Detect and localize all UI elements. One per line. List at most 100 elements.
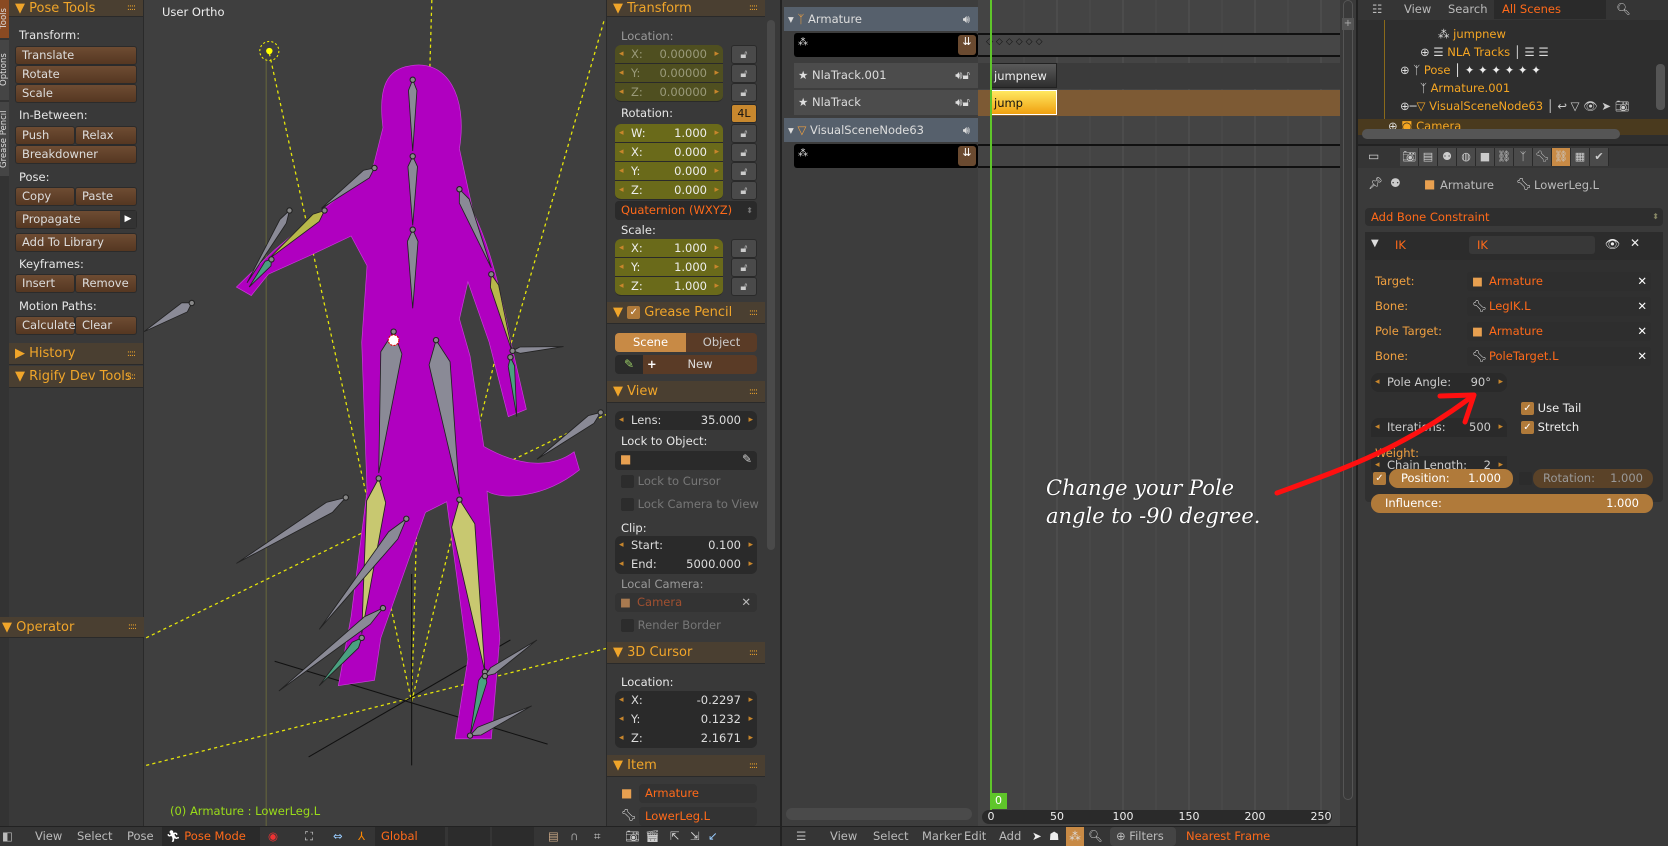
view-menu[interactable]: View [35, 827, 62, 846]
outliner-row[interactable]: ⊕ ᛉ Pose │ ✦ ✦ ✦ ✦ ✦ ✦ [1400, 63, 1541, 77]
rotation-mode-dropdown[interactable]: Quaternion (WXYZ) ⬍ [615, 201, 757, 220]
operator-header[interactable]: ▼ Operator:::: [0, 617, 144, 638]
lock-icon[interactable]: 🔓︎ [731, 162, 757, 181]
tab-bone-constraints-icon[interactable]: ⛓︎ [1552, 148, 1571, 166]
bone[interactable] [144, 302, 193, 333]
cursor-z-field[interactable]: Z:2.1671 [615, 729, 757, 748]
nla-channel-armature[interactable]: ▾ ᛉ Armature 🔊︎ [784, 7, 978, 31]
bone-joint[interactable] [358, 634, 365, 642]
rotation-w-field[interactable]: W:1.000 [615, 124, 723, 143]
bone-joint[interactable] [375, 475, 382, 482]
search-menu[interactable]: Search [1448, 0, 1488, 19]
eyedropper-icon[interactable]: ✎ [742, 452, 752, 466]
tab-modifiers-icon[interactable]: ✔ [1590, 148, 1609, 166]
location-z-field[interactable]: Z:0.00000 [615, 83, 723, 102]
filters-button[interactable]: ⊕ Filters [1110, 827, 1176, 846]
push-button[interactable]: Push [15, 126, 75, 145]
action-filter-icon[interactable]: ⁂ [1066, 827, 1084, 846]
push-down-icon[interactable]: ⇊ [958, 35, 976, 55]
bone-joint[interactable] [481, 672, 489, 680]
manipulator-icon[interactable]: ⛶ [305, 827, 313, 846]
speaker-icon[interactable]: 🔊︎ [963, 118, 970, 142]
paste-pose-button[interactable]: Paste [75, 187, 137, 206]
outliner-row[interactable]: ⁂ jumpnew [1438, 27, 1506, 41]
rotation-checkbox[interactable] [1519, 472, 1532, 485]
nla-channel-track[interactable]: ★ NlaTrack.001 🔊︎🔓︎ [794, 63, 978, 88]
bone-joint[interactable] [509, 347, 516, 354]
tab-world-icon[interactable]: ◍ [1457, 148, 1476, 166]
lock-to-cursor-checkbox[interactable]: Lock to Cursor [621, 474, 721, 488]
render-icon[interactable]: 📷︎ [625, 827, 640, 846]
scrollbar[interactable] [1343, 0, 1353, 800]
influence-slider[interactable]: Influence: 1.000 [1371, 494, 1653, 513]
clip-end-field[interactable]: End:5000.000 [615, 555, 757, 574]
transform-header[interactable]: ▼ Transform:::: [607, 0, 765, 17]
new-grease-pencil-button[interactable]: + New [643, 355, 757, 374]
lock-icon[interactable]: 🔓︎ [731, 258, 757, 277]
collapse-icon[interactable]: ▼ [1371, 238, 1379, 249]
edit-menu[interactable]: Edit [964, 827, 986, 846]
calculate-paths-button[interactable]: Calculate [15, 316, 76, 335]
nla-channel-track[interactable]: ★ NlaTrack 🔊︎🔓︎ [794, 90, 978, 115]
editor-type-icon[interactable]: ▭ [1368, 149, 1379, 163]
bone[interactable] [511, 346, 564, 354]
scale-x-field[interactable]: X:1.000 [615, 239, 723, 258]
snap-dropdown[interactable]: Nearest Frame [1180, 827, 1275, 846]
bone-joint[interactable] [342, 494, 349, 501]
lock-icon[interactable]: 🔓︎ [731, 143, 757, 162]
axis-icon[interactable]: ⅄ [358, 827, 365, 846]
position-weight-slider[interactable]: Position: 1.000 [1389, 469, 1513, 488]
copy-pose-icon[interactable]: ⇱ [670, 827, 680, 846]
lock-object-field[interactable]: ■ ✎ [615, 451, 757, 470]
marker-menu[interactable]: Marker [922, 827, 962, 846]
tab-tools[interactable]: Tools [0, 0, 9, 38]
use-tail-checkbox[interactable]: ✓ Use Tail [1521, 401, 1581, 415]
search-icon[interactable]: 🔍︎ [1616, 0, 1631, 19]
push-down-icon[interactable]: ⇊ [958, 146, 976, 166]
propagate-arrow-icon[interactable]: ▶ [120, 211, 136, 228]
rotation-z-field[interactable]: Z:0.000 [615, 181, 723, 200]
remove-keyframe-button[interactable]: Remove [75, 274, 137, 293]
lock-icon[interactable]: 🔓︎ [731, 64, 757, 83]
tab-object-icon[interactable]: ■ [1476, 148, 1495, 166]
speaker-lock-icon[interactable]: 🔊︎🔓︎ [955, 90, 970, 115]
speaker-icon[interactable]: 🔊︎ [963, 7, 970, 31]
scrollbar[interactable] [786, 808, 972, 820]
lock-icon[interactable]: 🔓︎ [731, 124, 757, 143]
paste-flipped-icon[interactable]: ↙ [708, 827, 718, 846]
outliner-row[interactable]: ⊕─▽ VisualSceneNode63 │ ↩ ▽ 👁︎ ➤ 📷︎ [1400, 99, 1629, 113]
lock-4l-button[interactable]: 4L [731, 104, 757, 123]
render-border-checkbox[interactable]: Render Border [621, 618, 721, 632]
rigify-header[interactable]: ▼ Rigify Dev Tools:::: [9, 366, 143, 388]
bone-joint[interactable] [507, 354, 514, 361]
scale-button[interactable]: Scale [15, 84, 137, 103]
clear-icon[interactable]: ✕ [741, 593, 751, 612]
bone-joint[interactable] [466, 732, 474, 739]
orientation-dropdown[interactable]: Global [375, 827, 445, 846]
clear-icon[interactable]: ✕ [1637, 322, 1647, 341]
search-icon[interactable]: 🔍︎ [1088, 827, 1103, 846]
layers-grid[interactable] [492, 827, 534, 846]
local-camera-field[interactable]: ■ Camera ✕ [615, 593, 757, 612]
add-menu[interactable]: Add [999, 827, 1021, 846]
grease-pencil-checkbox[interactable]: ✓ [627, 306, 641, 319]
lock-camera-checkbox[interactable]: Lock Camera to View [621, 497, 759, 511]
nla-channel-object[interactable]: ▾ ▽ VisualSceneNode63 🔊︎ [784, 118, 978, 142]
bone-joint[interactable] [432, 336, 440, 344]
relax-button[interactable]: Relax [75, 126, 137, 145]
nla-action-line[interactable]: ⁂ ⇊ [794, 144, 978, 168]
ghost-icon[interactable]: ☗ [1049, 827, 1059, 846]
translate-button[interactable]: Translate [15, 46, 137, 65]
pole-angle-field[interactable]: Pole Angle:90° [1371, 373, 1507, 392]
clear-icon[interactable]: ✕ [1637, 347, 1647, 366]
layers-grid[interactable] [448, 827, 490, 846]
location-x-field[interactable]: X:0.00000 [615, 45, 723, 64]
eye-icon[interactable]: 👁︎ [1605, 237, 1620, 251]
select-only-icon[interactable]: ➤ [1032, 827, 1042, 846]
cursor-y-field[interactable]: Y:0.1232 [615, 710, 757, 729]
bone-joint[interactable] [188, 299, 195, 307]
insert-keyframe-button[interactable]: Insert [15, 274, 75, 293]
bone-joint[interactable] [286, 207, 293, 214]
rotation-y-field[interactable]: Y:0.000 [615, 162, 723, 181]
3d-cursor-header[interactable]: ▼ 3D Cursor:::: [607, 642, 765, 664]
